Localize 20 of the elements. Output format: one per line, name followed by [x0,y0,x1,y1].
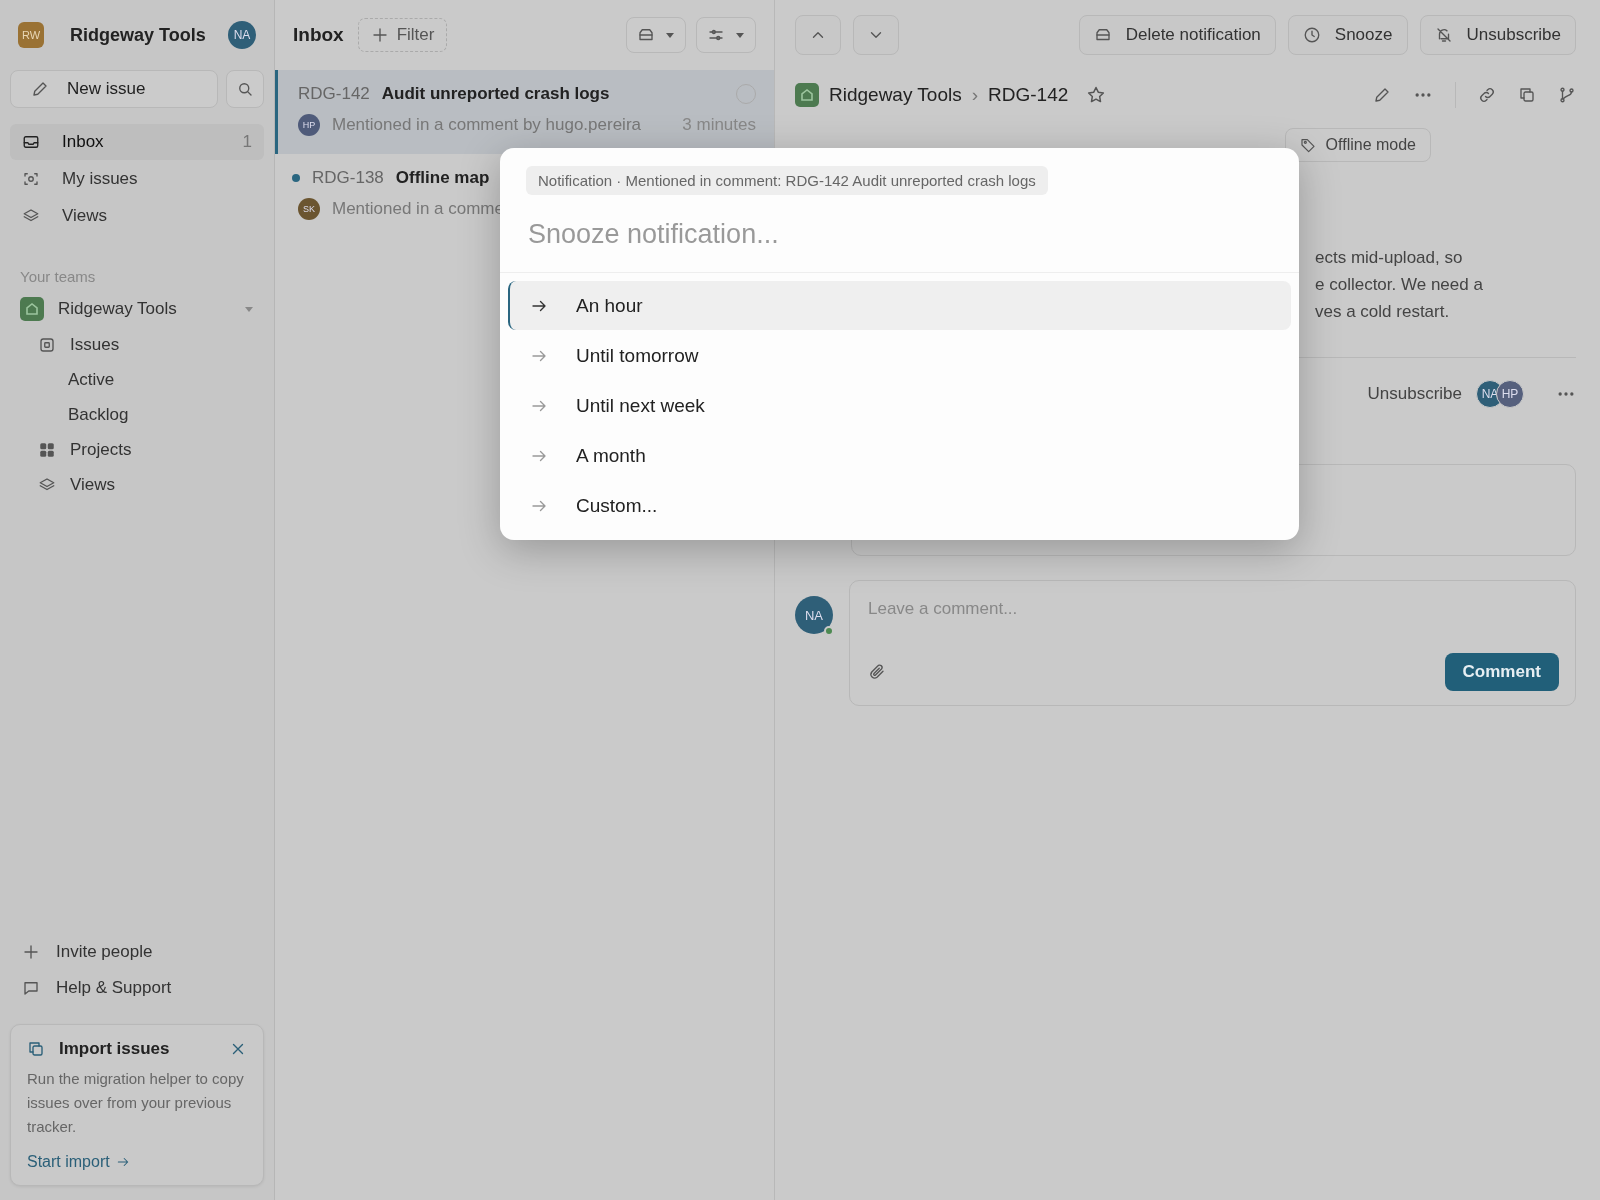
section-heading: Your teams [20,268,97,285]
unread-count: 1 [242,132,252,152]
avatar: SK [298,198,320,220]
user-avatar: NA [795,596,833,634]
issue-title: Audit unreported crash logs [381,84,610,104]
inbox-title: Inbox [293,24,344,46]
issue-id: RDG-138 [312,168,384,188]
notification-message: Mentioned in a comment by hugo.pereira [332,115,641,135]
card-text: Run the migration helper to copy issues over from your previous tracker. [27,1069,245,1137]
breadcrumb-separator: › [971,84,979,106]
issue-id: RDG-142 [298,84,370,104]
description-text: ves a cold restart. [1315,301,1451,323]
card-title: Import issues [59,1039,171,1059]
timestamp: 3 minutes [682,115,756,135]
issue-title: Offline map [395,168,490,188]
avatar: HP [298,114,320,136]
context-label: Notification · Mentioned in comment: RDG-142 Audit unreported crash logs [526,166,1048,195]
description-text: ects mid-upload, so [1315,247,1464,269]
description-text: e collector. We need a [1315,274,1484,296]
subscriber-avatar: HP [1496,380,1524,408]
